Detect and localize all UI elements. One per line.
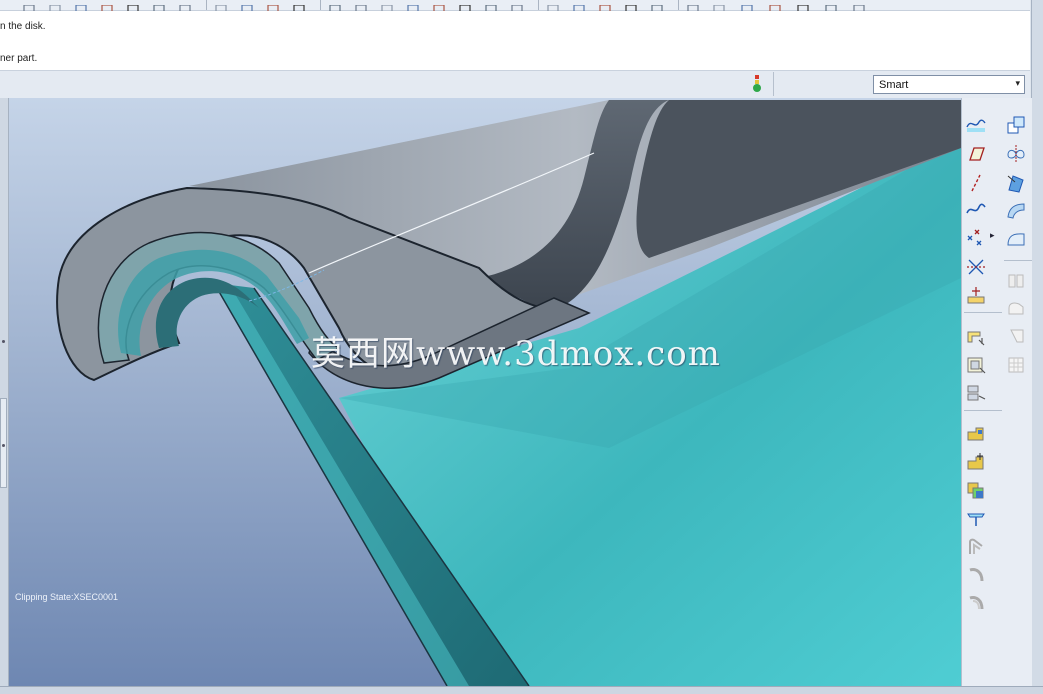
form-icon[interactable] xyxy=(965,564,987,586)
split-icon[interactable] xyxy=(1005,270,1027,292)
divider xyxy=(1004,260,1032,261)
divider xyxy=(964,410,1002,411)
datum-plane-icon[interactable] xyxy=(712,0,726,13)
pattern-icon[interactable] xyxy=(965,480,987,502)
toolbar-separator xyxy=(206,0,207,10)
shaded-icon[interactable] xyxy=(686,0,700,13)
coord-sys-icon[interactable] xyxy=(796,0,810,13)
bend-back-icon[interactable] xyxy=(965,382,987,404)
copy-icon[interactable] xyxy=(48,0,62,13)
feature-toolbar: ▸ xyxy=(961,98,1032,686)
round-icon[interactable] xyxy=(1005,298,1027,320)
main-toolbar xyxy=(0,0,1030,13)
paste-icon[interactable] xyxy=(74,0,88,13)
csys-icon[interactable] xyxy=(965,256,987,278)
message-line: n the disk. xyxy=(0,21,46,32)
unbend-icon[interactable] xyxy=(965,354,987,376)
divider xyxy=(964,312,1002,313)
corner-relief-icon[interactable] xyxy=(965,536,987,558)
flange-icon[interactable] xyxy=(965,326,987,348)
binoculars-icon[interactable] xyxy=(178,0,192,13)
pointer-icon[interactable] xyxy=(852,0,866,13)
regeneration-status-icon[interactable] xyxy=(752,74,762,94)
plane-display-icon[interactable] xyxy=(240,0,254,13)
no-hidden-icon[interactable] xyxy=(650,0,664,13)
fill-icon[interactable] xyxy=(1005,228,1027,250)
axis-icon[interactable] xyxy=(965,172,987,194)
datum-axis-icon[interactable] xyxy=(740,0,754,13)
spin-icon[interactable] xyxy=(292,0,306,13)
orient-icon[interactable] xyxy=(484,0,498,13)
wall-icon[interactable] xyxy=(965,424,987,446)
selection-filter-dropdown[interactable]: Smart ▾ xyxy=(873,75,1025,94)
rip-icon[interactable] xyxy=(965,508,987,530)
shade-icon[interactable] xyxy=(572,0,586,13)
sketch-icon[interactable] xyxy=(965,114,987,136)
sphere-icon[interactable] xyxy=(328,0,342,13)
view-manager-icon[interactable] xyxy=(510,0,524,13)
message-area: n the disk. ner part. xyxy=(0,11,1030,70)
chevron-down-icon: ▾ xyxy=(1015,78,1020,88)
axis-display-icon[interactable] xyxy=(266,0,280,13)
layer-icon[interactable] xyxy=(22,0,36,13)
tree-icon[interactable] xyxy=(152,0,166,13)
navigator-collapse-strip[interactable] xyxy=(0,98,9,686)
sash-handle[interactable] xyxy=(0,398,7,488)
divider xyxy=(773,72,774,96)
zoom-fit-icon[interactable] xyxy=(432,0,446,13)
table-icon[interactable] xyxy=(1005,354,1027,376)
point-icon[interactable] xyxy=(965,227,987,249)
datum-point-icon[interactable] xyxy=(768,0,782,13)
plane-icon[interactable] xyxy=(965,143,987,165)
flatten-icon[interactable] xyxy=(965,592,987,614)
toolbar-separator xyxy=(538,0,539,10)
copy-feature-icon[interactable] xyxy=(1005,114,1027,136)
wireframe-icon[interactable] xyxy=(598,0,612,13)
extrude-wall-icon[interactable] xyxy=(965,452,987,474)
clipping-state-label: Clipping State:XSEC0001 xyxy=(15,592,119,602)
mirror-icon[interactable] xyxy=(1005,143,1027,165)
refit-icon[interactable] xyxy=(458,0,472,13)
toolbar-separator xyxy=(678,0,679,10)
window-icon[interactable] xyxy=(100,0,114,13)
saved-views-icon[interactable] xyxy=(546,0,560,13)
handle-dot xyxy=(2,444,5,447)
watermark-text: 莫西网www.3dmox.com xyxy=(311,334,721,374)
dotted-box-icon[interactable] xyxy=(214,0,228,13)
list-icon[interactable] xyxy=(126,0,140,13)
hand-icon[interactable] xyxy=(354,0,368,13)
message-line: ner part. xyxy=(0,53,38,64)
extend-icon[interactable] xyxy=(1005,172,1027,194)
toolbar-separator xyxy=(320,0,321,10)
chamfer-icon[interactable] xyxy=(1005,326,1027,348)
hidden-line-icon[interactable] xyxy=(624,0,638,13)
annotation-icon[interactable] xyxy=(824,0,838,13)
analysis-icon[interactable] xyxy=(965,284,987,306)
merge-icon[interactable] xyxy=(1005,200,1027,222)
handle-dot xyxy=(2,340,5,343)
curve-icon[interactable] xyxy=(965,198,987,220)
graphics-viewport[interactable]: 莫西网www.3dmox.com Clipping State:XSEC0001 xyxy=(9,98,961,686)
model-rendering xyxy=(56,100,961,686)
more-options-icon[interactable]: ▸ xyxy=(990,230,998,240)
selected-value: Smart xyxy=(879,79,909,91)
vertical-scrollbar[interactable] xyxy=(1031,0,1043,686)
zoom-in-icon[interactable] xyxy=(380,0,394,13)
zoom-out-icon[interactable] xyxy=(406,0,420,13)
